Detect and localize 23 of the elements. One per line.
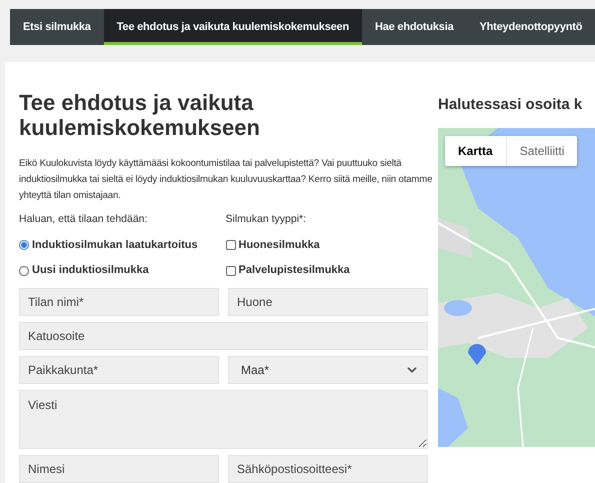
input-field[interactable]: Paikkakunta* xyxy=(19,356,219,384)
nav-tab[interactable]: Yhteydenottopyyntö xyxy=(466,9,595,45)
input-field[interactable]: Huone xyxy=(228,288,428,316)
input-field[interactable]: Tilan nimi* xyxy=(19,288,219,316)
section-heading: Halutessasi osoita k xyxy=(438,95,584,115)
checkbox-option[interactable]: Palvelupistesilmukka xyxy=(226,262,428,279)
nav-tab[interactable]: Etsi silmukka xyxy=(10,9,104,45)
field-label: Silmukan tyyppi*: xyxy=(226,212,308,227)
nav-tab[interactable]: Tee ehdotus ja vaikuta kuulemiskokemukseen xyxy=(104,9,362,45)
radio-option[interactable]: Uusi induktiosilmukka xyxy=(19,262,222,279)
input-field[interactable]: Sähköpostiosoitteesi* xyxy=(228,454,428,483)
radio-option[interactable]: Induktiosilmukan laatukartoitus xyxy=(19,236,222,254)
nav-tab[interactable]: Hae ehdotuksia xyxy=(362,9,467,45)
checkbox-option[interactable]: Huonesilmukka xyxy=(226,236,428,254)
message-field[interactable]: Viesti xyxy=(19,390,428,449)
select-field[interactable]: Maa* xyxy=(228,356,428,384)
map-type-tab[interactable]: Kartta xyxy=(445,136,506,166)
map-type-tab[interactable]: Satelliitti xyxy=(506,136,578,166)
field-label: Haluan, että tilaan tehdään: xyxy=(19,212,148,227)
input-field[interactable]: Nimesi xyxy=(19,454,219,483)
input-field[interactable]: Katuosoite xyxy=(19,322,428,350)
page-heading: Tee ehdotus ja vaikuta kuulemiskokemukseen xyxy=(19,90,261,140)
intro-text: Eikö Kuulokuvista löydy käyttämääsi kokoontumistilaa tai palvelupistettä? Vai puuttuuko sieltä induktiosilmukka tai sieltä ei löydy induktiosilmukan kuuluvuuskarttaa? Kerro siitä meille, niin otamme yhteyttä tilan omistajaan. xyxy=(19,157,434,203)
